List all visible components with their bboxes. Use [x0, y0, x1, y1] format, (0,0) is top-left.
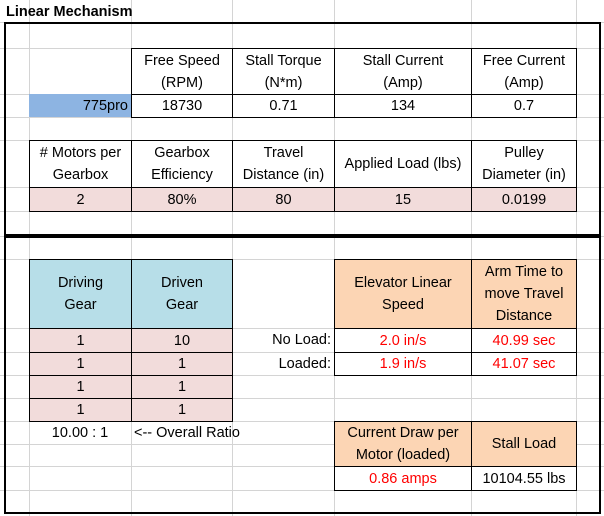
applied-load-header[interactable]: Applied Load (lbs) [334, 140, 472, 188]
driving-gear-2[interactable]: 1 [29, 352, 132, 376]
motors-per-gearbox-header[interactable]: # Motors per Gearbox [29, 140, 132, 188]
stall-current-value[interactable]: 134 [334, 94, 472, 118]
overall-ratio-label: <-- Overall Ratio [134, 424, 240, 441]
driving-gear-header[interactable]: Driving Gear [29, 259, 132, 329]
driven-gear-3[interactable]: 1 [131, 375, 233, 399]
no-load-time-value[interactable]: 40.99 sec [471, 328, 577, 353]
free-speed-header[interactable]: Free Speed (RPM) [131, 48, 233, 95]
driven-gear-4[interactable]: 1 [131, 398, 233, 422]
no-load-label: No Load: [272, 332, 331, 348]
current-draw-value[interactable]: 0.86 amps [334, 466, 472, 491]
elevator-speed-header[interactable]: Elevator Linear Speed [334, 259, 472, 329]
arm-time-header[interactable]: Arm Time to move Travel Distance [471, 259, 577, 329]
driven-gear-1[interactable]: 10 [131, 328, 233, 353]
current-draw-header[interactable]: Current Draw per Motor (loaded) [334, 421, 472, 467]
stall-load-header[interactable]: Stall Load [471, 421, 577, 467]
travel-distance-header[interactable]: Travel Distance (in) [232, 140, 335, 188]
driven-gear-2[interactable]: 1 [131, 352, 233, 376]
driving-gear-4[interactable]: 1 [29, 398, 132, 422]
free-current-header[interactable]: Free Current (Amp) [471, 48, 577, 95]
driving-gear-3[interactable]: 1 [29, 375, 132, 399]
stall-torque-value[interactable]: 0.71 [232, 94, 335, 118]
driving-gear-1[interactable]: 1 [29, 328, 132, 353]
overall-ratio-value[interactable]: 10.00 : 1 [29, 421, 131, 444]
pulley-diameter-header[interactable]: Pulley Diameter (in) [471, 140, 577, 188]
loaded-time-value[interactable]: 41.07 sec [471, 352, 577, 376]
free-current-value[interactable]: 0.7 [471, 94, 577, 118]
free-speed-value[interactable]: 18730 [131, 94, 233, 118]
gearbox-efficiency-value[interactable]: 80% [131, 187, 233, 212]
pulley-diameter-value[interactable]: 0.0199 [471, 187, 577, 212]
loaded-label: Loaded: [278, 355, 331, 372]
travel-distance-value[interactable]: 80 [232, 187, 335, 212]
gearbox-efficiency-header[interactable]: Gearbox Efficiency [131, 140, 233, 188]
no-load-speed-value[interactable]: 2.0 in/s [334, 328, 472, 353]
motors-per-gearbox-value[interactable]: 2 [29, 187, 132, 212]
applied-load-value[interactable]: 15 [334, 187, 472, 212]
stall-torque-header[interactable]: Stall Torque (N*m) [232, 48, 335, 95]
driven-gear-header[interactable]: Driven Gear [131, 259, 233, 329]
loaded-speed-value[interactable]: 1.9 in/s [334, 352, 472, 376]
motor-name-cell[interactable]: 775pro [29, 94, 131, 117]
stall-current-header[interactable]: Stall Current (Amp) [334, 48, 472, 95]
stall-load-value[interactable]: 10104.55 lbs [471, 466, 577, 491]
sheet-title: Linear Mechanism [6, 4, 133, 20]
